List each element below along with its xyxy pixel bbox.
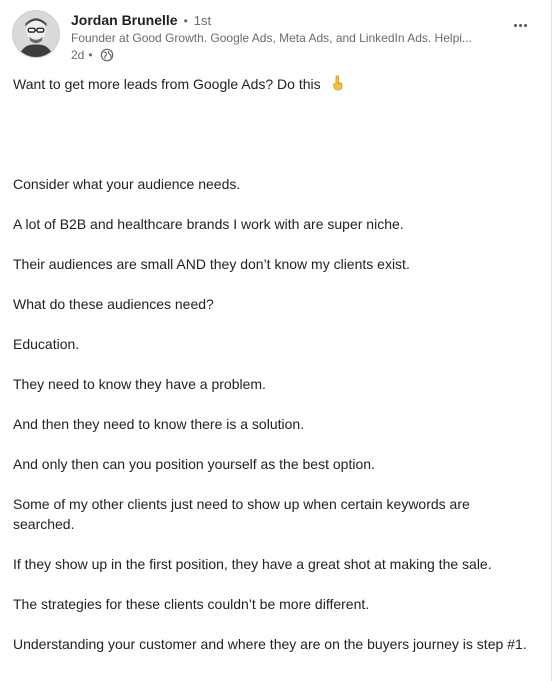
avatar-portrait-icon [13,11,59,57]
post-header: Jordan Brunelle • 1st Founder at Good Gr… [12,10,542,66]
author-headline: Founder at Good Growth. Google Ads, Meta… [71,31,472,45]
more-options-button[interactable] [508,16,532,34]
globe-icon [100,48,113,62]
time-separator: • [88,48,93,62]
connection-degree: 1st [193,13,212,28]
post-paragraph: Consider what your audience needs. [13,176,241,192]
post-paragraph: And then they need to know there is a so… [13,416,305,432]
post-time-line: 2d • [71,46,511,64]
more-icon-dot [518,23,522,27]
post-paragraph: They need to know they have a problem. [13,376,266,392]
post-paragraph: If they show up in the first position, t… [13,556,492,572]
more-icon-dot [523,23,527,27]
post-paragraph: The strategies for these clients couldn’… [13,596,370,612]
post-paragraph: Their audiences are small AND they don’t… [13,256,410,272]
author-name-line: Jordan Brunelle • 1st [71,10,511,30]
more-icon-dot [513,23,517,27]
post-paragraph: Education. [13,336,80,352]
post-paragraph: Understanding your customer and where th… [13,636,527,652]
avatar[interactable] [12,10,60,58]
post-paragraph: And only then can you position yourself … [13,456,375,472]
author-name[interactable]: Jordan Brunelle [71,10,178,30]
post-paragraph: A lot of B2B and healthcare brands I wor… [13,216,404,232]
post-card: Jordan Brunelle • 1st Founder at Good Gr… [0,0,552,681]
post-paragraph: Some of my other clients just need to sh… [13,496,470,532]
pointing-down-icon [332,75,343,91]
post-time: 2d [71,48,85,62]
post-paragraph: What do these audiences need? [13,296,214,312]
degree-separator: • [183,14,188,28]
author-meta: Jordan Brunelle • 1st Founder at Good Gr… [71,10,511,64]
post-hook: Want to get more leads from Google Ads? … [13,74,538,94]
hook-text: Want to get more leads from Google Ads? … [13,76,321,92]
